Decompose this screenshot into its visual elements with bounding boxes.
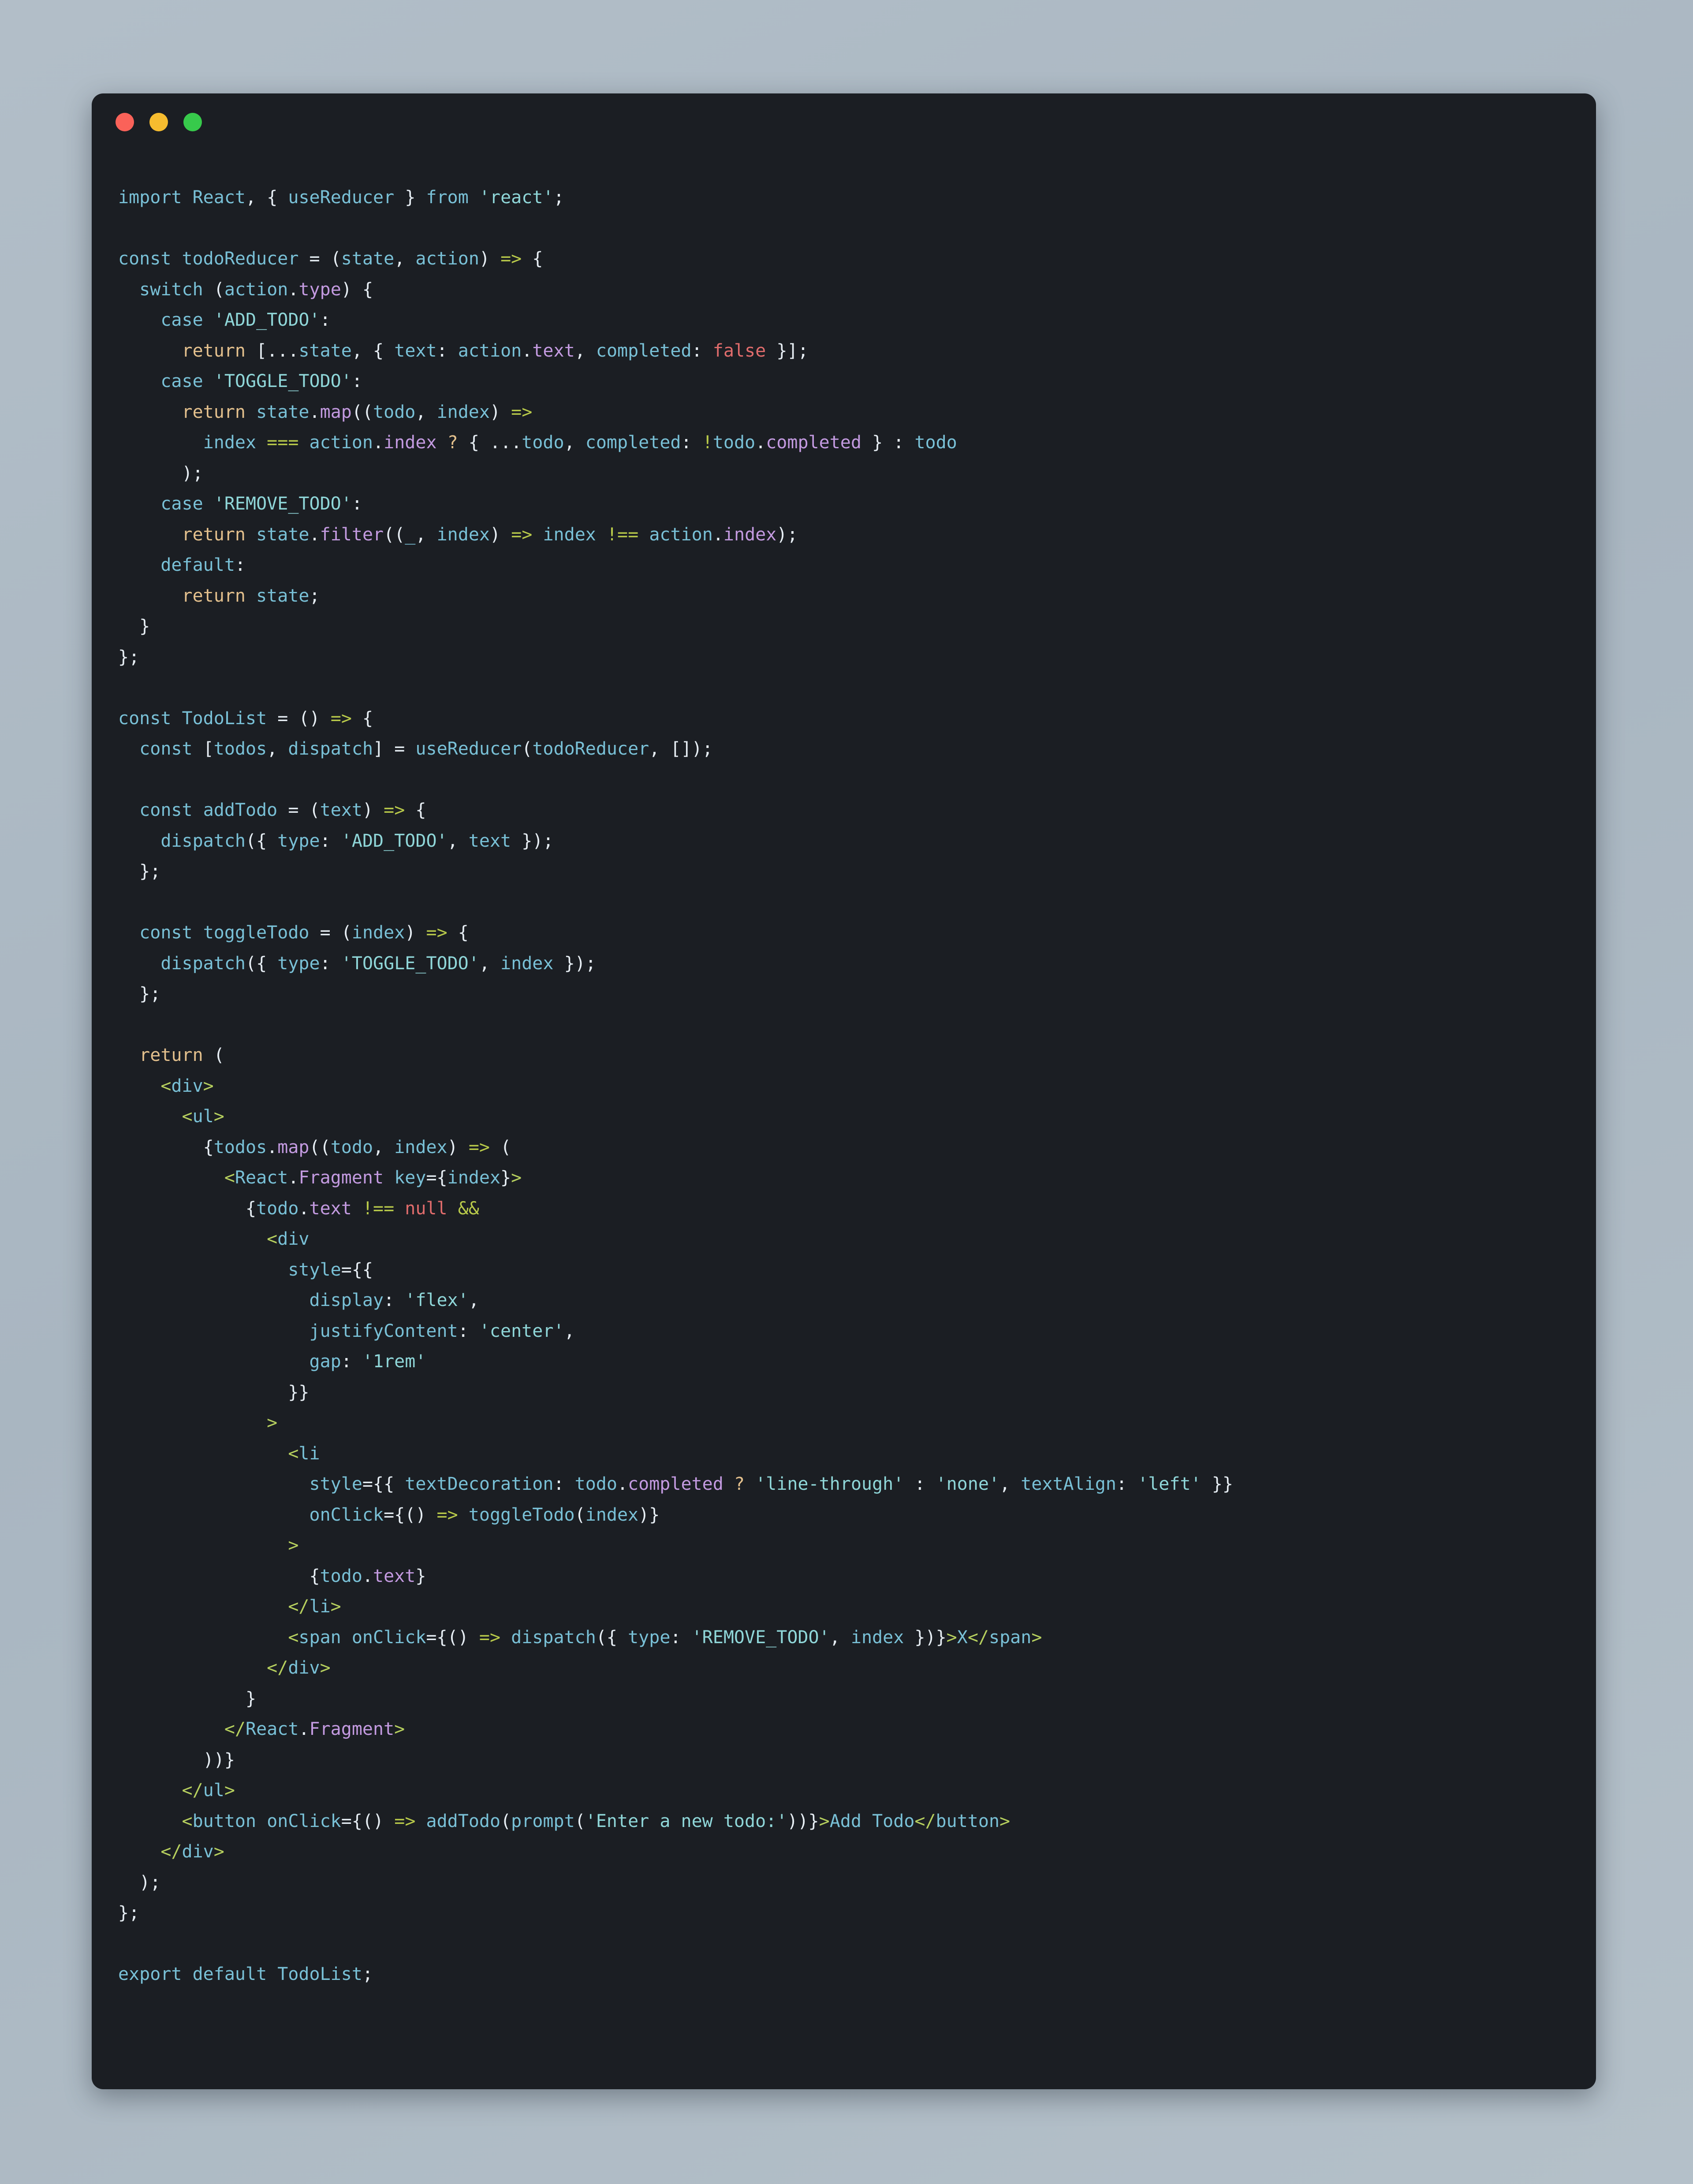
maximize-window-button[interactable] [183,113,202,131]
code-body: import React, { useReducer } from 'react… [92,151,1596,2017]
minimize-window-button[interactable] [149,113,168,131]
code-block[interactable]: import React, { useReducer } from 'react… [118,182,1570,1990]
code-window: import React, { useReducer } from 'react… [92,93,1596,2089]
screenshot-root: import React, { useReducer } from 'react… [0,0,1693,2184]
close-window-button[interactable] [116,113,134,131]
window-titlebar [92,93,1596,151]
